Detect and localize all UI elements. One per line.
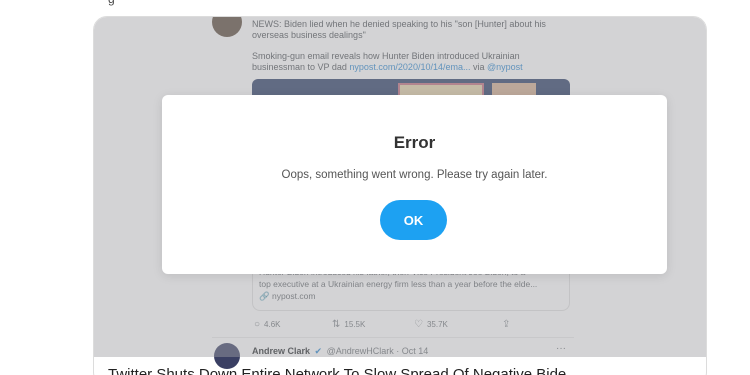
dialog-title: Error — [393, 133, 436, 152]
error-dialog: Error Oops, something went wrong. Please… — [162, 95, 667, 274]
page: g NEWS: Biden lied when he denied speaki… — [0, 0, 750, 375]
dialog-message: Oops, something went wrong. Please try a… — [281, 169, 548, 181]
ok-button[interactable]: OK — [380, 200, 447, 240]
article-caption: Twitter Shuts Down Entire Network To Slo… — [108, 366, 567, 375]
cut-off-heading: g — [108, 0, 115, 6]
